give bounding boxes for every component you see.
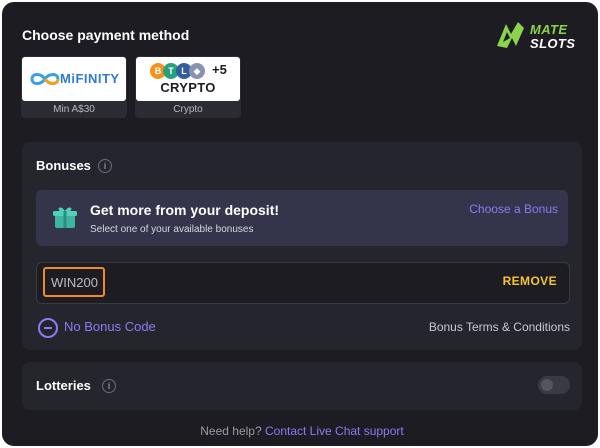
help-footer: Need help? Contact Live Chat support — [2, 424, 598, 438]
bonus-promo-subtitle: Select one of your available bonuses — [90, 224, 254, 235]
crypto-wordmark: CRYPTO — [160, 80, 216, 95]
payment-method-caption: Crypto — [173, 104, 203, 115]
infinity-icon — [30, 73, 60, 85]
gift-icon — [53, 207, 77, 228]
crypto-coins: B T L ◆ — [150, 63, 214, 79]
lotteries-toggle[interactable] — [538, 376, 570, 394]
bonus-promo-box: Get more from your deposit! Select one o… — [36, 190, 568, 246]
remove-bonus-button[interactable]: REMOVE — [503, 274, 557, 288]
bonus-terms-link[interactable]: Bonus Terms & Conditions — [429, 320, 570, 334]
bonus-code-input[interactable] — [43, 267, 105, 297]
bonuses-title: Bonuses — [36, 158, 91, 173]
minus-circle-icon — [38, 318, 58, 338]
help-prefix: Need help? — [200, 424, 262, 438]
bonuses-section: Bonuses i Get more from your deposit! Se… — [22, 142, 582, 350]
payment-method-crypto[interactable]: B T L ◆ +5 CRYPTO Crypto — [135, 56, 241, 118]
crypto-coins-logo: B T L ◆ +5 CRYPTO — [136, 57, 240, 101]
mifinity-wordmark: MiFINITY — [60, 71, 120, 86]
lotteries-title: Lotteries — [36, 378, 91, 393]
brand-name-line2: SLOTS — [530, 36, 576, 51]
crypto-extra-count: +5 — [212, 62, 227, 77]
bonuses-info-icon[interactable]: i — [98, 159, 112, 173]
no-bonus-code-label: No Bonus Code — [64, 319, 156, 334]
lotteries-section: Lotteries i — [22, 362, 582, 410]
toggle-knob — [541, 379, 553, 391]
ethereum-coin-icon: ◆ — [189, 63, 205, 79]
bonus-code-field: REMOVE — [36, 262, 570, 304]
brand-logo: MATE SLOTS — [494, 18, 580, 54]
brand-mark-icon — [497, 22, 524, 48]
brand-name-line1: MATE — [530, 22, 568, 37]
page-title: Choose payment method — [22, 27, 190, 43]
choose-bonus-link[interactable]: Choose a Bonus — [469, 202, 558, 216]
payment-panel: Choose payment method MATE SLOTS MiFINIT… — [2, 2, 598, 446]
bonus-promo-title: Get more from your deposit! — [90, 202, 280, 218]
payment-method-mifinity[interactable]: MiFINITY Min A$30 — [21, 56, 127, 118]
lotteries-info-icon[interactable]: i — [102, 379, 116, 393]
mifinity-logo: MiFINITY — [22, 57, 126, 101]
payment-method-caption: Min A$30 — [53, 104, 95, 115]
live-chat-link[interactable]: Contact Live Chat support — [265, 424, 404, 438]
